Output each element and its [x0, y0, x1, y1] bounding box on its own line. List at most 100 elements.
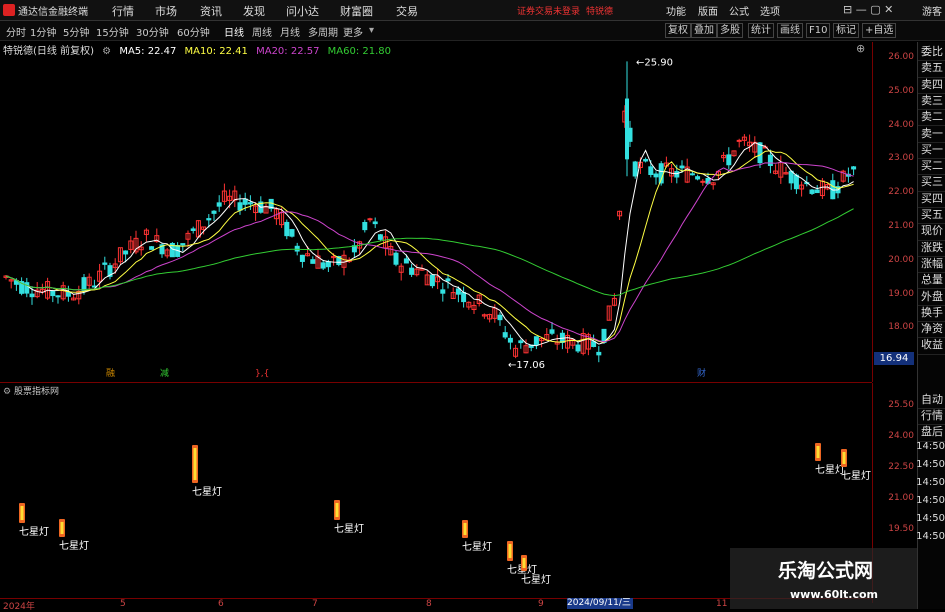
- candle-body: [726, 154, 732, 166]
- sidebar-item[interactable]: 净资: [918, 321, 945, 339]
- candle-body: [793, 174, 799, 190]
- signal-label: 七星灯: [462, 541, 492, 553]
- sidebar-item[interactable]: 买二: [918, 158, 945, 176]
- candle-body: [180, 243, 186, 246]
- login-notice[interactable]: 证券交易未登录 特锐德: [517, 4, 613, 17]
- sidebar-item[interactable]: 自动: [918, 392, 945, 409]
- btn-duogu[interactable]: 多股: [717, 23, 743, 38]
- sidebar-item[interactable]: 换手: [918, 305, 945, 323]
- sidebar-item[interactable]: 收益: [918, 337, 945, 355]
- menu-shichang[interactable]: 市场: [155, 3, 177, 19]
- btn-biaoji[interactable]: 标记: [833, 23, 859, 38]
- menu-gongshi[interactable]: 公式: [729, 3, 749, 18]
- candle-body: [497, 314, 503, 321]
- menu-wenxiaoda[interactable]: 问小达: [286, 3, 319, 19]
- sidebar-item[interactable]: 行情: [918, 408, 945, 426]
- menu-bar: 通达信金融终端 行情 市场 资讯 发现 问小达 财富圈 交易 证券交易未登录 特锐…: [0, 0, 945, 21]
- watermark-title: 乐淘公式网: [778, 560, 874, 582]
- menu-hangqing[interactable]: 行情: [112, 3, 134, 19]
- high-annotation: ←25.90: [636, 57, 673, 68]
- period-60min[interactable]: 60分钟: [177, 24, 210, 39]
- period-month[interactable]: 月线: [280, 24, 300, 39]
- event-marker: 融: [106, 368, 115, 379]
- btn-zixuan[interactable]: +自选: [862, 23, 897, 38]
- time-label: 14:50: [916, 477, 945, 488]
- btn-huaxian[interactable]: 画线: [777, 23, 803, 38]
- menu-banmian[interactable]: 版面: [698, 3, 718, 18]
- signal-core: [193, 448, 197, 480]
- btn-f10[interactable]: F10: [806, 23, 831, 38]
- candle-body: [679, 165, 685, 169]
- period-15min[interactable]: 15分钟: [96, 24, 129, 39]
- window-controls[interactable]: ⊟ — ▢ ✕: [843, 3, 893, 16]
- sidebar-item[interactable]: 卖二: [918, 109, 945, 127]
- candle-body: [455, 288, 461, 295]
- sidebar-item[interactable]: 卖四: [918, 77, 945, 94]
- sidebar-item[interactable]: 卖一: [918, 126, 945, 143]
- menu-gongneng[interactable]: 功能: [666, 3, 686, 18]
- candle-body: [445, 278, 451, 282]
- candle-body: [695, 176, 701, 180]
- sidebar-item[interactable]: 涨跌: [918, 240, 945, 257]
- sidebar-item[interactable]: 现价: [918, 223, 945, 241]
- period-1min[interactable]: 1分钟: [30, 24, 56, 39]
- candle-body: [190, 228, 196, 231]
- ma20-line: [5, 161, 854, 343]
- period-5min[interactable]: 5分钟: [63, 24, 89, 39]
- price-tick: 21.00: [888, 221, 914, 231]
- signal-label: 七星灯: [841, 470, 871, 482]
- sidebar-item[interactable]: 委比: [918, 44, 945, 62]
- period-fenshi[interactable]: 分时: [6, 24, 26, 39]
- candle-body: [403, 258, 409, 264]
- menu-zixun[interactable]: 资讯: [200, 3, 222, 19]
- dropdown-icon[interactable]: ▾: [369, 25, 374, 36]
- sidebar-item[interactable]: 买一: [918, 142, 945, 160]
- menu-faxian[interactable]: 发现: [243, 3, 265, 19]
- btn-tongji[interactable]: 统计: [748, 23, 774, 38]
- candle-body: [237, 202, 243, 211]
- time-label: 14:50: [916, 441, 945, 452]
- candlestick-chart[interactable]: ←25.90 ←17.06 融 减},{财: [0, 42, 872, 382]
- sidebar-item[interactable]: 卖五: [918, 60, 945, 78]
- candle-body: [393, 252, 399, 265]
- menu-jiaoyi[interactable]: 交易: [396, 3, 418, 19]
- sidebar-item[interactable]: 买五: [918, 207, 945, 225]
- sidebar-item[interactable]: 总量: [918, 272, 945, 290]
- candle-body: [320, 262, 326, 269]
- menu-caifuquan[interactable]: 财富圈: [340, 3, 373, 19]
- event-marker: },{: [255, 369, 269, 379]
- btn-fuquan[interactable]: 复权: [665, 23, 691, 38]
- period-30min[interactable]: 30分钟: [136, 24, 169, 39]
- candle-body: [575, 344, 581, 352]
- sidebar-item[interactable]: 外盘: [918, 289, 945, 306]
- candle-body: [674, 171, 680, 178]
- candle-body: [81, 277, 87, 291]
- signal-core: [522, 558, 526, 568]
- account-name: 特锐德: [586, 7, 614, 17]
- sidebar-item[interactable]: 盘后: [918, 424, 945, 442]
- candle-body: [372, 221, 378, 225]
- candle-body: [518, 340, 524, 344]
- pane-divider[interactable]: [0, 382, 872, 383]
- signal-core: [335, 503, 339, 517]
- menu-xuanxiang[interactable]: 选项: [760, 3, 780, 18]
- sidebar-item[interactable]: 涨幅: [918, 256, 945, 274]
- candle-body: [767, 154, 773, 166]
- sidebar-item[interactable]: 买四: [918, 191, 945, 208]
- guest-label[interactable]: 游客: [922, 3, 942, 18]
- price-tick: 20.00: [888, 254, 914, 265]
- period-multi[interactable]: 多周期: [308, 24, 338, 39]
- candle-body: [102, 262, 108, 265]
- period-day[interactable]: 日线: [224, 24, 244, 39]
- candle-body: [242, 198, 248, 205]
- sidebar-item[interactable]: 买三: [918, 174, 945, 192]
- date-label: 5: [120, 599, 126, 609]
- candle-body: [310, 259, 316, 264]
- sidebar-item[interactable]: 卖三: [918, 93, 945, 111]
- current-price-tag: 16.94: [874, 352, 914, 365]
- period-week[interactable]: 周线: [252, 24, 272, 39]
- period-more[interactable]: 更多: [343, 24, 363, 39]
- btn-diejia[interactable]: 叠加: [691, 23, 717, 38]
- candle-body: [299, 254, 305, 262]
- low-annotation: ←17.06: [508, 360, 545, 371]
